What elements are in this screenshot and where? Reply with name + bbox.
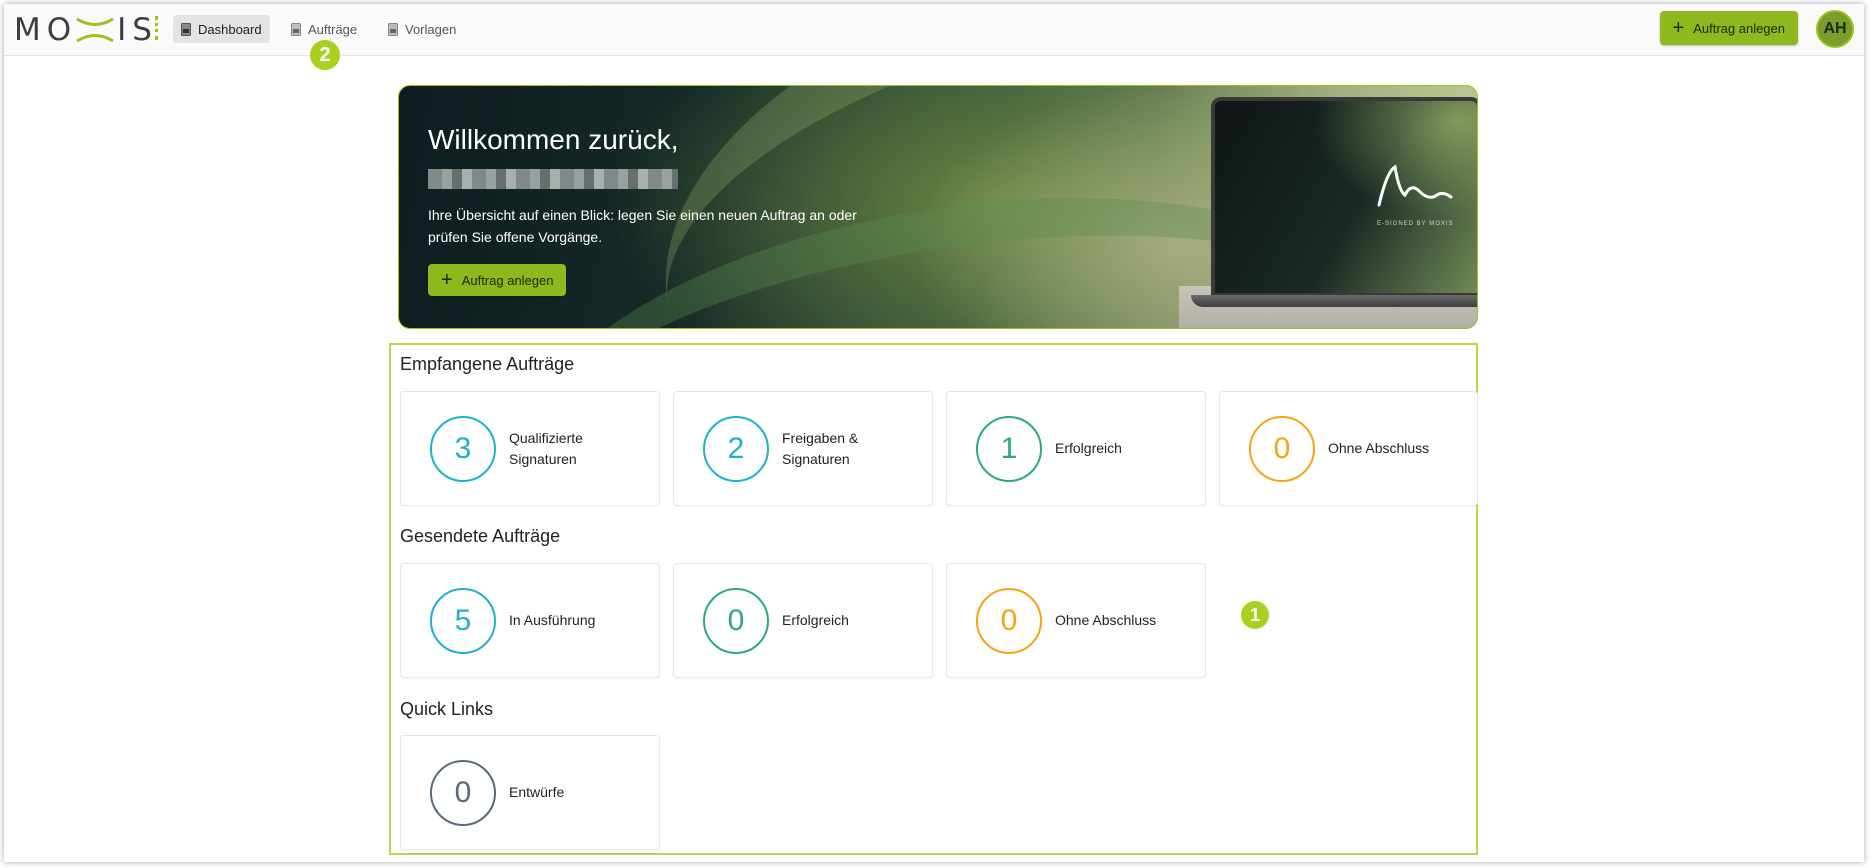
card-sent-no-completion[interactable]: 0 Ohne Abschluss: [946, 563, 1206, 678]
nav-dashboard-label: Dashboard: [198, 21, 262, 37]
card-in-execution[interactable]: 5 In Ausführung: [400, 563, 660, 678]
document-icon: [181, 22, 191, 36]
nav-auftraege-label: Aufträge: [308, 21, 358, 37]
card-label: Erfolgreich: [1055, 440, 1122, 456]
card-label: Ohne Abschluss: [1328, 440, 1430, 456]
welcome-banner: E-SIGNED BY MOXIS Willkommen zurück, Ihr…: [398, 85, 1478, 329]
logo-text-end: IS: [117, 12, 158, 48]
header-create-order-button[interactable]: + Auftrag anlegen: [1659, 11, 1798, 45]
document-icon: [388, 22, 398, 36]
nav-dashboard[interactable]: Dashboard: [173, 15, 270, 43]
card-label: Ohne Abschluss: [1055, 612, 1157, 628]
plus-icon: +: [441, 269, 453, 291]
user-name-redacted: [428, 169, 678, 189]
document-icon: [291, 22, 301, 36]
count-ring: 5: [430, 588, 496, 654]
card-sent-successful[interactable]: 0 Erfolgreich: [673, 563, 933, 678]
count-ring: 0: [703, 588, 769, 654]
count-ring: 0: [430, 760, 496, 826]
welcome-text: Ihre Übersicht auf einen Blick: legen Si…: [428, 207, 857, 245]
nav-vorlagen[interactable]: Vorlagen: [380, 15, 464, 43]
user-avatar[interactable]: AH: [1816, 10, 1854, 48]
dashboard-overview: Empfangene Aufträge 3 Qualifizierte Sign…: [389, 343, 1478, 855]
logo-text-start: MO: [14, 12, 78, 48]
nav-vorlagen-label: Vorlagen: [405, 21, 457, 37]
laptop-brand-text: E-SIGNED BY MOXIS: [1377, 221, 1454, 227]
card-received-successful[interactable]: 1 Erfolgreich: [946, 391, 1206, 506]
card-label: In Ausführung: [509, 612, 596, 628]
hero-create-order-label: Auftrag anlegen: [461, 272, 554, 288]
moxis-logo[interactable]: MO IS: [14, 12, 158, 48]
app-window: MO IS Dashboard Aufträge Vorlagen + Auft…: [4, 4, 1864, 862]
card-label: Erfolgreich: [782, 612, 849, 628]
logo-dotted-divider: [155, 16, 158, 40]
count-ring: 0: [1249, 416, 1315, 482]
card-label: Qualifizierte Signaturen: [509, 429, 583, 467]
nav-auftraege[interactable]: Aufträge: [283, 15, 365, 43]
logo-x-icon: [75, 16, 115, 44]
card-qualified-signatures[interactable]: 3 Qualifizierte Signaturen: [400, 391, 660, 506]
received-orders-title: Empfangene Aufträge: [400, 354, 575, 374]
laptop-image: E-SIGNED BY MOXIS: [1191, 97, 1477, 307]
quick-links-title: Quick Links: [400, 699, 494, 719]
callout-marker-1: 1: [1241, 601, 1269, 629]
callout-marker-2: 2: [310, 40, 340, 70]
hero-create-order-button[interactable]: + Auftrag anlegen: [428, 264, 567, 296]
plus-icon: +: [1672, 17, 1685, 39]
card-received-no-completion[interactable]: 0 Ohne Abschluss: [1219, 391, 1478, 506]
welcome-title: Willkommen zurück,: [428, 124, 679, 155]
sent-orders-title: Gesendete Aufträge: [400, 526, 561, 546]
header-create-order-label: Auftrag anlegen: [1693, 20, 1785, 36]
card-label: Entwürfe: [509, 784, 565, 800]
card-label: Freigaben & Signaturen: [782, 429, 859, 467]
card-drafts[interactable]: 0 Entwürfe: [400, 735, 660, 850]
count-ring: 0: [976, 588, 1042, 654]
moxis-signature-icon: [1377, 164, 1453, 207]
count-ring: 1: [976, 416, 1042, 482]
count-ring: 2: [703, 416, 769, 482]
card-approvals-signatures[interactable]: 2 Freigaben & Signaturen: [673, 391, 933, 506]
top-navigation-bar: MO IS Dashboard Aufträge Vorlagen + Auft…: [4, 4, 1864, 56]
count-ring: 3: [430, 416, 496, 482]
